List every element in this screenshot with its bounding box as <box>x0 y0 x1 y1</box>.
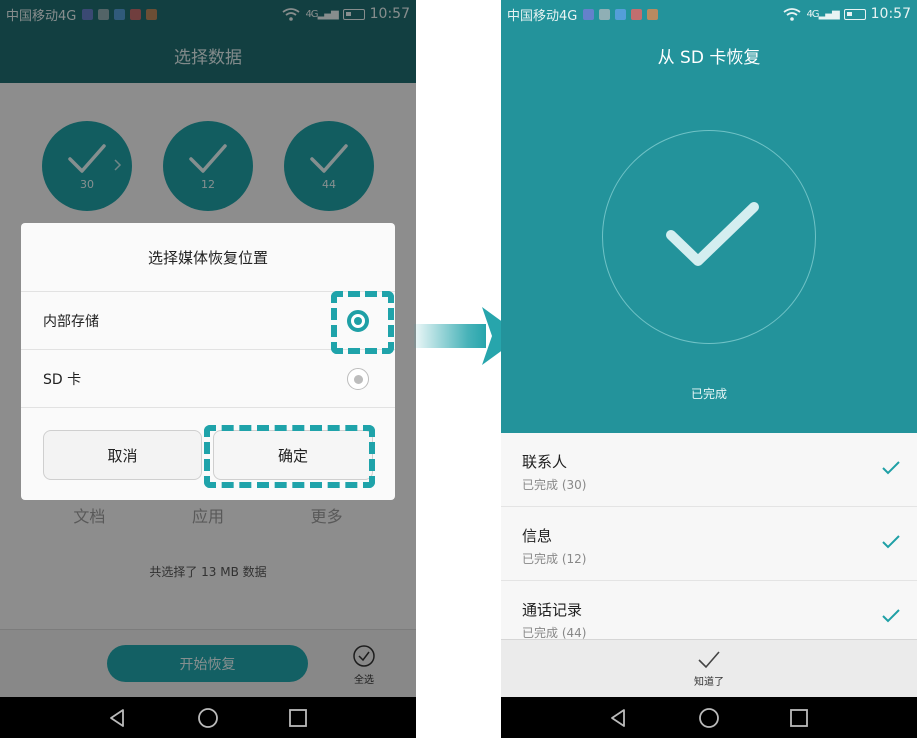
highlight-confirm-marker <box>204 425 375 488</box>
highlight-radio-marker <box>331 291 394 354</box>
item-status: 已完成 (30) <box>522 478 587 492</box>
navigation-bar <box>501 697 917 738</box>
completion-ring <box>602 130 816 344</box>
navigation-bar <box>0 697 416 738</box>
notification-icon <box>631 8 643 20</box>
page-title: 从 SD 卡恢复 <box>501 28 917 83</box>
notification-icon <box>615 8 627 20</box>
dialog-title: 选择媒体恢复位置 <box>21 223 395 292</box>
notification-icon <box>583 8 595 20</box>
option-label: 内部存储 <box>43 313 99 330</box>
recents-icon[interactable] <box>788 707 810 729</box>
check-icon <box>698 651 720 669</box>
check-icon <box>882 535 900 549</box>
battery-icon <box>843 8 866 20</box>
tutorial-stage: 30 12 44 文档 应用 更多 共选择了 13 MB 数据 开始恢复 全选 … <box>0 0 917 738</box>
restore-result-list: 联系人 已完成 (30) 信息 已完成 (12) 通话记录 已完成 (44) <box>501 433 917 655</box>
notification-icon <box>647 8 659 20</box>
status-time: 10:57 <box>870 6 911 22</box>
radio-unselected-icon[interactable] <box>347 368 369 390</box>
item-status: 已完成 (12) <box>522 552 587 566</box>
left-phone-screen: 30 12 44 文档 应用 更多 共选择了 13 MB 数据 开始恢复 全选 … <box>0 0 416 738</box>
item-title: 信息 <box>522 527 553 545</box>
option-label: SD 卡 <box>43 371 82 388</box>
signal-icon: 4G▂▄▆ <box>806 8 839 20</box>
notification-icon <box>599 8 611 20</box>
completion-hero: 已完成 <box>501 83 917 433</box>
status-bar: 中国移动4G 4G▂▄▆ 10:57 <box>501 0 917 28</box>
carrier-label: 中国移动4G <box>507 8 578 24</box>
option-sd-card[interactable]: SD 卡 <box>21 350 395 408</box>
list-item-contacts: 联系人 已完成 (30) <box>501 433 917 507</box>
home-icon[interactable] <box>197 707 219 729</box>
right-phone-screen: 中国移动4G 4G▂▄▆ 10:57 从 SD 卡恢复 已完成 联系人 已完成 … <box>501 0 917 738</box>
large-check-icon <box>666 202 759 266</box>
back-icon[interactable] <box>107 707 129 729</box>
status-indicators: 4G▂▄▆ 10:57 <box>783 6 911 22</box>
check-icon <box>882 461 900 475</box>
got-it-button[interactable]: 知道了 <box>501 639 917 697</box>
home-icon[interactable] <box>698 707 720 729</box>
wifi-icon <box>783 7 801 21</box>
recents-icon[interactable] <box>287 707 309 729</box>
item-title: 通话记录 <box>522 601 583 619</box>
item-title: 联系人 <box>522 453 568 471</box>
list-item-messages: 信息 已完成 (12) <box>501 507 917 581</box>
got-it-label: 知道了 <box>694 677 724 688</box>
check-icon <box>882 609 900 623</box>
back-icon[interactable] <box>608 707 630 729</box>
completion-status: 已完成 <box>690 387 727 401</box>
cancel-button[interactable]: 取消 <box>43 430 202 480</box>
